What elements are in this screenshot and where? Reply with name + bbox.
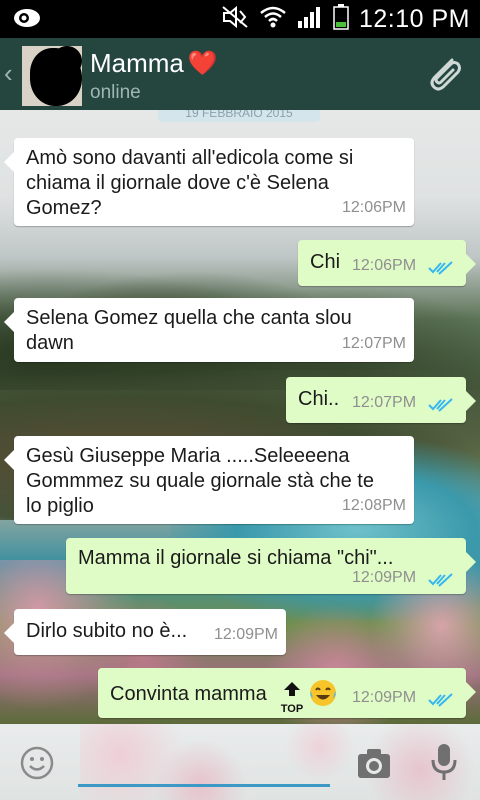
read-ticks-icon [428, 693, 453, 707]
message-time: 12:09PM [213, 626, 278, 643]
top-emoji-label: TOP [280, 703, 304, 715]
paperclip-icon[interactable] [422, 52, 466, 96]
microphone-icon[interactable] [430, 742, 458, 782]
message-line: chiama il giornale dove c'è Selena [26, 172, 329, 194]
incoming-message[interactable]: Dirlo subito no è... 12:09PM [4, 609, 286, 655]
chat-area[interactable]: 19 FEBBRAIO 2015 Amò sono davanti all'ed… [0, 110, 480, 724]
message-line: Dirlo subito no è... [26, 620, 188, 642]
outgoing-message[interactable]: Chi.. 12:07PM [286, 377, 476, 423]
camera-icon[interactable] [356, 746, 392, 780]
incoming-message[interactable]: Amò sono davanti all'edicola come si chi… [4, 138, 414, 226]
input-bar [0, 724, 480, 800]
message-time: 12:08PM [341, 497, 406, 514]
contact-status: online [90, 82, 141, 103]
outgoing-message[interactable]: Convinta mamma TOP 12:09PM [98, 668, 476, 718]
message-time: 12:06PM [352, 257, 417, 274]
signal-icon [297, 5, 323, 34]
message-time: 12:09PM [352, 569, 417, 586]
outgoing-message[interactable]: Mamma il giornale si chiama "chi"... 12:… [66, 538, 476, 594]
message-time: 12:09PM [352, 689, 417, 706]
wifi-icon [259, 5, 287, 34]
laughing-tears-emoji [308, 678, 338, 708]
incoming-message[interactable]: Gesù Giuseppe Maria .....Seleeeena Gommm… [4, 436, 414, 524]
message-time: 12:07PM [341, 335, 406, 352]
avatar[interactable] [22, 46, 82, 106]
message-line: Amò sono davanti all'edicola come si [26, 147, 354, 169]
contact-name: Mamma ❤️ [90, 48, 218, 79]
read-ticks-icon [428, 398, 453, 412]
status-time: 12:10 PM [358, 5, 470, 33]
read-ticks-icon [428, 573, 453, 587]
top-arrow-emoji: TOP [278, 678, 306, 715]
back-chevron-icon[interactable]: ‹ [4, 60, 13, 86]
message-line: Mamma il giornale si chiama "chi"... [78, 547, 394, 569]
incoming-message[interactable]: Selena Gomez quella che canta slou dawn … [4, 298, 414, 362]
message-line: Gesù Giuseppe Maria .....Seleeeena [26, 445, 350, 467]
chat-header[interactable]: ‹ Mamma ❤️ online [0, 38, 480, 110]
date-divider: 19 FEBBRAIO 2015 [158, 110, 320, 122]
mute-icon [221, 5, 249, 34]
outgoing-message[interactable]: Chi 12:06PM [298, 240, 476, 286]
battery-icon [333, 4, 349, 35]
read-ticks-icon [428, 261, 453, 275]
message-input-underline [78, 784, 330, 787]
message-line: Gommmez su quale giornale stà che te [26, 470, 374, 492]
heart-emoji: ❤️ [187, 50, 218, 77]
message-line: Convinta mamma [110, 683, 267, 705]
message-time: 12:06PM [341, 199, 406, 216]
emoji-icon[interactable] [20, 746, 54, 780]
message-line: Chi [310, 251, 341, 273]
contact-name-text: Mamma [90, 48, 184, 78]
message-line: Chi.. [298, 388, 340, 410]
message-time: 12:07PM [352, 394, 417, 411]
message-input[interactable] [78, 744, 330, 788]
notification-icon [12, 7, 42, 34]
message-line: Selena Gomez quella che canta slou [26, 307, 352, 329]
status-bar: 12:10 PM [0, 0, 480, 38]
